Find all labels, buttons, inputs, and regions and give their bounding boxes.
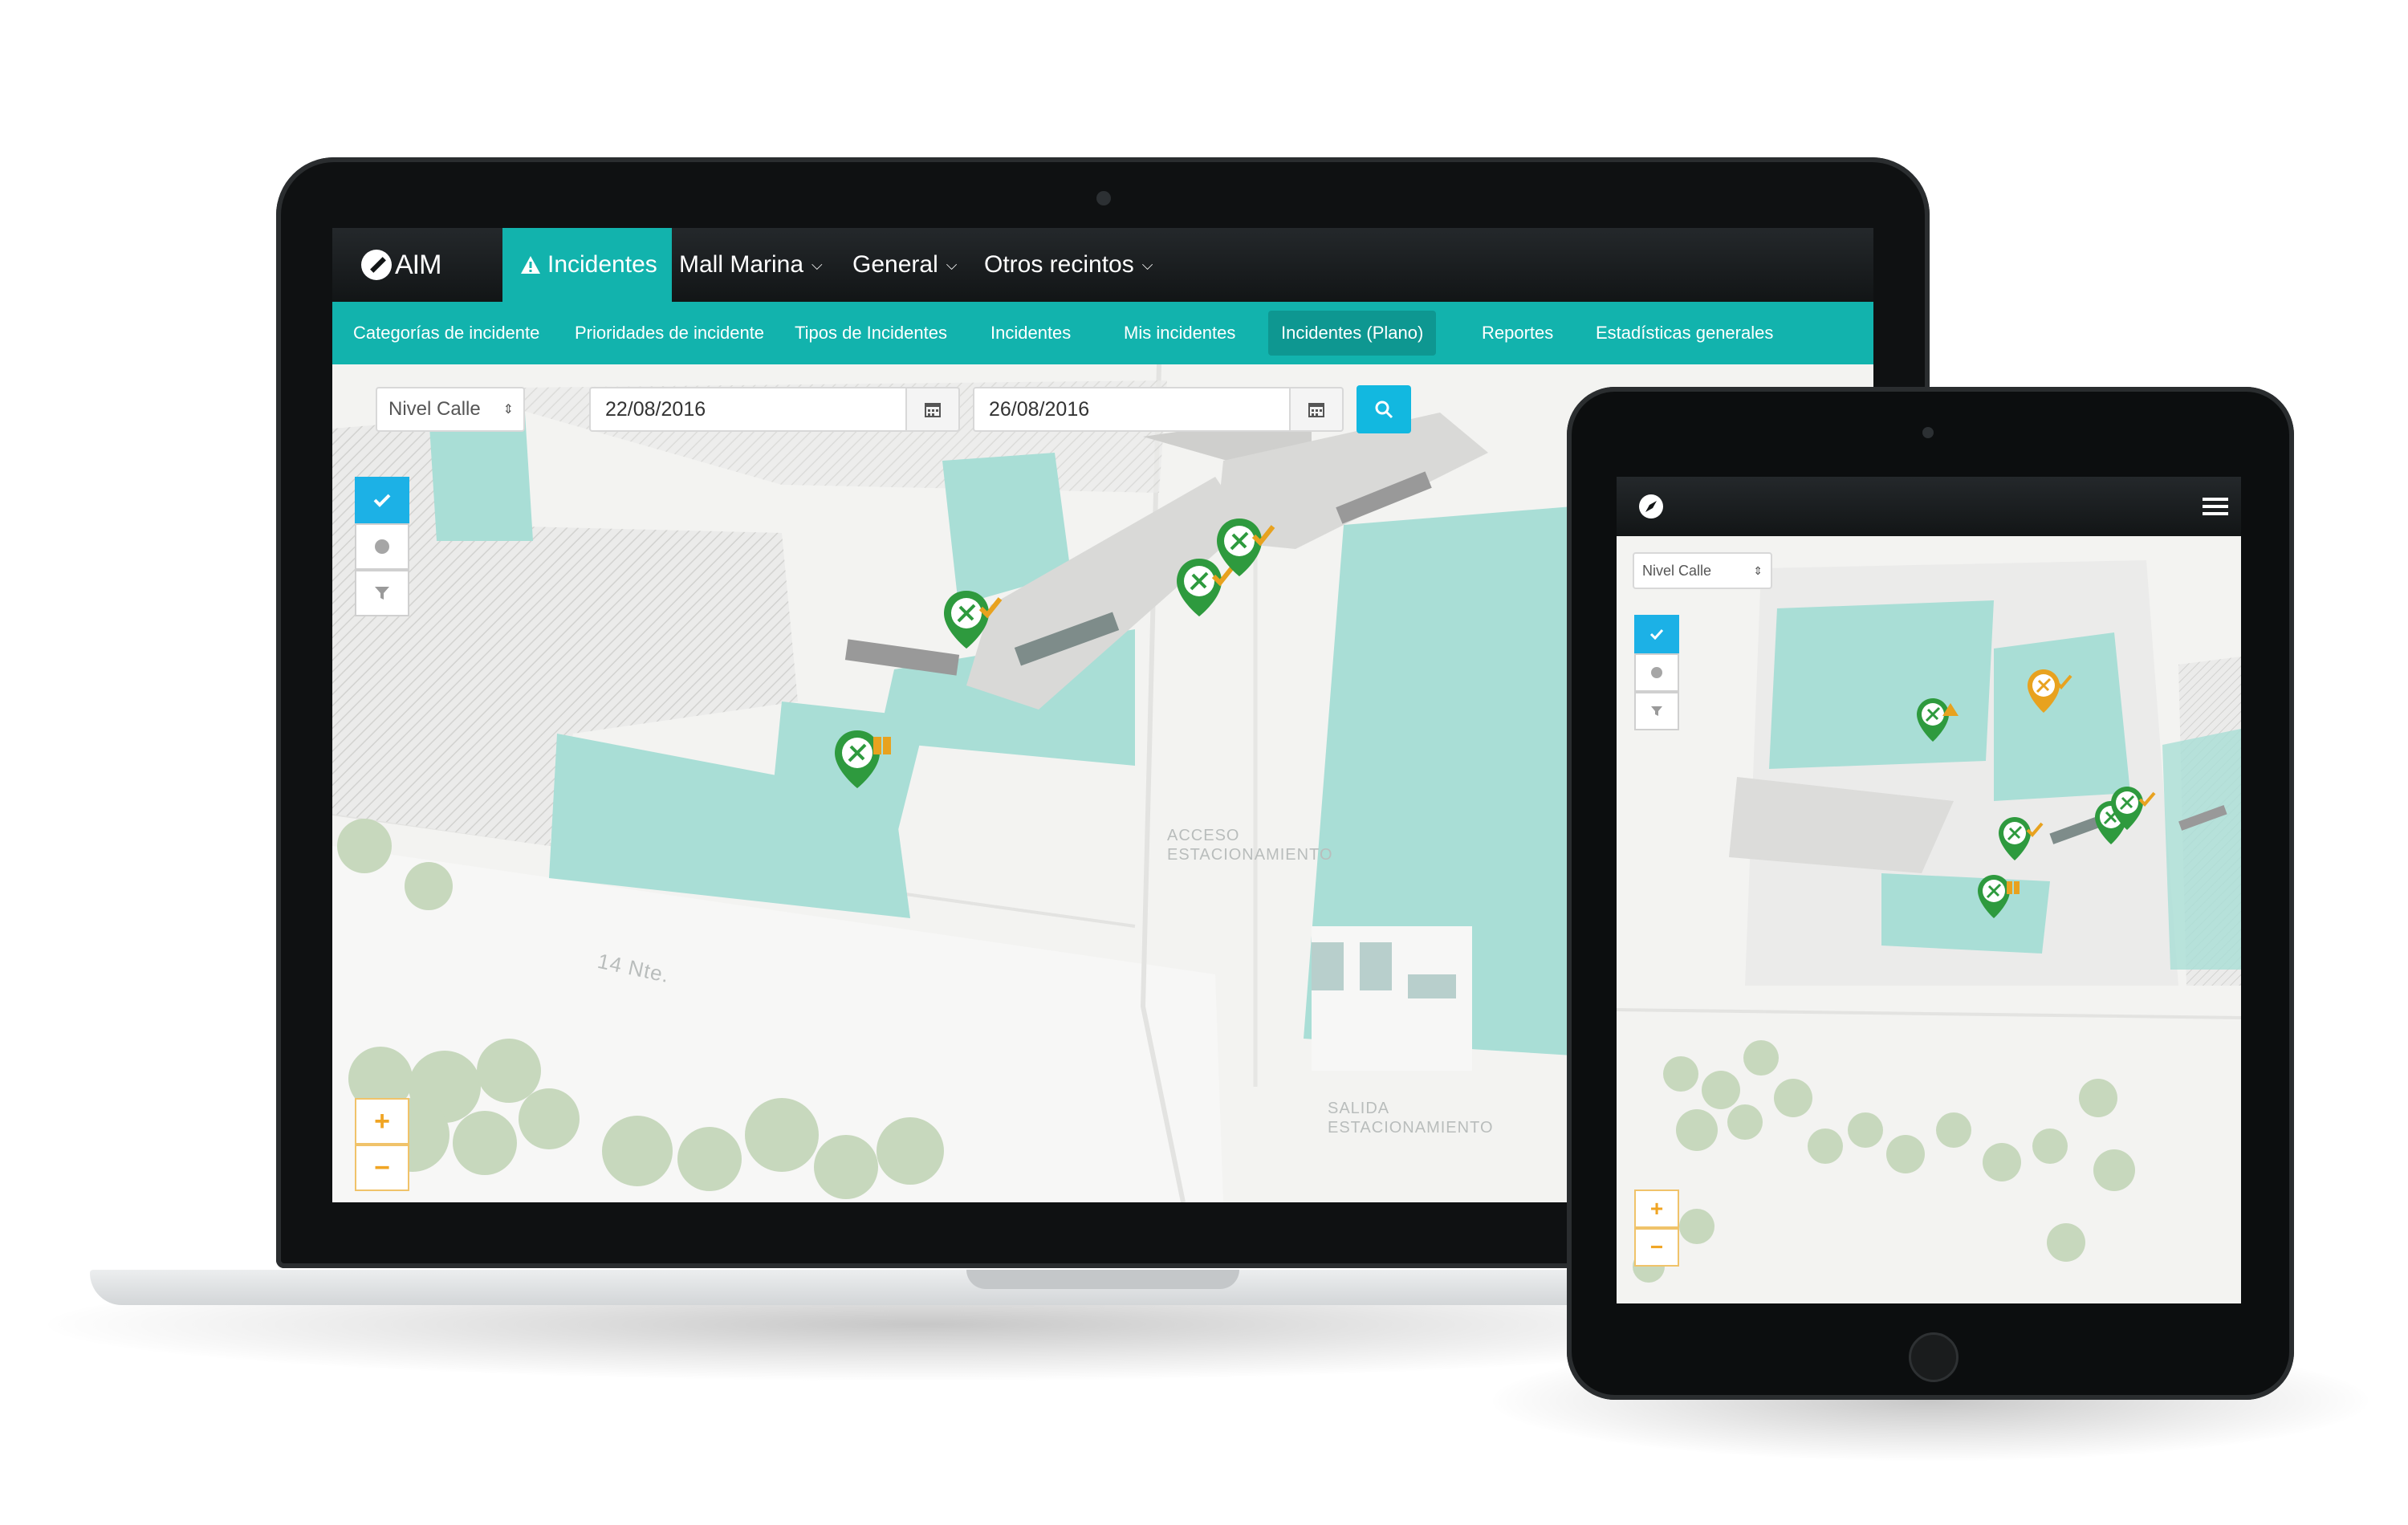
nav-otros-recintos-label: Otros recintos: [984, 251, 1134, 278]
check-icon: [1649, 628, 1664, 640]
tablet-filter-button[interactable]: [1634, 692, 1679, 730]
chevron-down-icon: ⌵: [811, 256, 823, 273]
chevron-down-icon: ⌵: [1141, 256, 1153, 273]
tablet-show-resolved-toggle[interactable]: [1634, 615, 1679, 653]
salida-label: SALIDA ESTACIONAMIENTO: [1328, 1100, 1494, 1137]
tablet-home-button: [1909, 1332, 1959, 1382]
tablet-show-pending-toggle[interactable]: [1634, 653, 1679, 692]
date-from-input[interactable]: 22/08/2016: [589, 387, 907, 432]
incident-marker[interactable]: [942, 589, 1015, 669]
incident-marker[interactable]: [2109, 785, 2166, 849]
check-icon: [373, 494, 391, 507]
nav-otros-recintos[interactable]: Otros recintos ⌵: [984, 228, 1153, 302]
incident-marker[interactable]: [1915, 697, 1971, 761]
tablet-floor-plan-map[interactable]: Nivel Calle ⇕ + −: [1617, 536, 2241, 1303]
tablet-level-select[interactable]: Nivel Calle ⇕: [1633, 552, 1772, 589]
subnav-tipos[interactable]: Tipos de Incidentes: [795, 302, 947, 364]
tablet-zoom-out-button[interactable]: −: [1634, 1228, 1679, 1267]
level-select[interactable]: Nivel Calle ⇕: [376, 387, 525, 432]
search-button[interactable]: [1357, 385, 1411, 433]
subnav-mis-incidentes[interactable]: Mis incidentes: [1124, 302, 1235, 364]
nav-mall-marina-label: Mall Marina: [679, 251, 804, 278]
subnav-categorias[interactable]: Categorías de incidente: [353, 302, 539, 364]
date-from-value: 22/08/2016: [605, 397, 706, 421]
tablet-level-select-value: Nivel Calle: [1642, 562, 1712, 579]
incident-marker[interactable]: [1997, 815, 2053, 880]
show-pending-toggle[interactable]: [355, 523, 409, 570]
incident-marker[interactable]: [1976, 873, 2032, 937]
subnav-incidentes-plano[interactable]: Incidentes (Plano): [1268, 311, 1437, 356]
chevron-down-icon: ⌵: [946, 256, 958, 273]
compass-icon: [361, 250, 392, 280]
warning-icon: [521, 256, 540, 274]
nav-mall-marina[interactable]: Mall Marina ⌵: [679, 228, 823, 302]
filter-button[interactable]: [355, 570, 409, 616]
incident-marker[interactable]: [1215, 517, 1287, 597]
sort-arrows-icon: ⇕: [502, 403, 514, 417]
nav-incidentes[interactable]: Incidentes: [502, 228, 672, 302]
calendar-icon: [925, 403, 941, 417]
date-to-calendar-button[interactable]: [1291, 387, 1344, 432]
nav-incidentes-label: Incidentes: [547, 251, 657, 278]
acceso-label: ACCESO ESTACIONAMIENTO: [1167, 827, 1333, 864]
zoom-out-button[interactable]: −: [355, 1145, 409, 1191]
nav-general[interactable]: General ⌵: [852, 228, 957, 302]
laptop-camera: [1096, 191, 1111, 205]
subnav-estadisticas[interactable]: Estadísticas generales: [1596, 302, 1773, 364]
calendar-icon: [1308, 403, 1324, 417]
date-to-input[interactable]: 26/08/2016: [973, 387, 1291, 432]
incident-marker[interactable]: [2026, 668, 2082, 732]
tablet-screen: Nivel Calle ⇕ + −: [1617, 477, 2241, 1303]
tablet-map-canvas: [1617, 536, 2241, 1303]
level-select-value: Nivel Calle: [388, 398, 481, 420]
tablet-navbar: [1617, 477, 2241, 536]
logo-text: AIM: [395, 249, 441, 280]
hamburger-menu-button[interactable]: [2203, 496, 2228, 517]
dot-icon: [375, 539, 389, 554]
compass-icon: [1645, 501, 1657, 512]
date-to-value: 26/08/2016: [989, 397, 1090, 421]
dot-icon: [1651, 667, 1662, 678]
show-resolved-toggle[interactable]: [355, 477, 409, 523]
aim-logo[interactable]: AIM: [361, 244, 441, 286]
tablet-zoom-in-button[interactable]: +: [1634, 1190, 1679, 1228]
search-icon: [1375, 401, 1393, 419]
subnav-reportes[interactable]: Reportes: [1482, 302, 1553, 364]
filter-icon: [375, 587, 389, 600]
subnav-prioridades[interactable]: Prioridades de incidente: [575, 302, 764, 364]
subnav-incidentes[interactable]: Incidentes: [990, 302, 1071, 364]
menu-icon: [2203, 498, 2228, 515]
nav-general-label: General: [852, 251, 938, 278]
tablet-compass-logo[interactable]: [1639, 494, 1663, 518]
laptop-base: [90, 1270, 1792, 1305]
zoom-in-button[interactable]: +: [355, 1098, 409, 1145]
date-from-calendar-button[interactable]: [907, 387, 960, 432]
laptop-notch: [966, 1270, 1239, 1289]
incident-marker[interactable]: [833, 729, 905, 809]
sort-arrows-icon: ⇕: [1753, 563, 1763, 577]
tablet-camera: [1922, 427, 1934, 438]
filter-icon: [1651, 706, 1662, 716]
